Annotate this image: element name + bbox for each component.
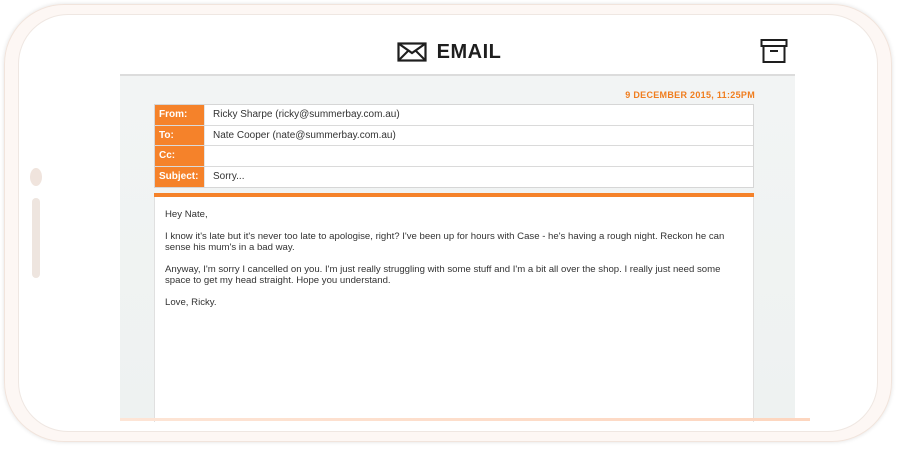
body-paragraph-2: Anyway, I'm sorry I cancelled on you. I'…	[165, 264, 721, 286]
field-value-cc[interactable]	[205, 146, 753, 166]
body-signoff: Love, Ricky.	[165, 297, 217, 308]
field-value-from[interactable]: Ricky Sharpe (ricky@summerbay.com.au)	[205, 105, 753, 125]
field-value-to[interactable]: Nate Cooper (nate@summerbay.com.au)	[205, 125, 753, 145]
phone-side-button	[32, 198, 40, 278]
email-date: 9 DECEMBER 2015, 11:25PM	[625, 90, 755, 100]
envelope-icon	[397, 42, 427, 62]
page-title: EMAIL	[436, 40, 502, 63]
field-row-from: From: Ricky Sharpe (ricky@summerbay.com.…	[155, 105, 753, 126]
header-title-group: EMAIL	[397, 41, 502, 64]
field-label-to: To:	[155, 125, 205, 145]
email-view: 9 DECEMBER 2015, 11:25PM From: Ricky Sha…	[120, 74, 795, 422]
field-row-to: To: Nate Cooper (nate@summerbay.com.au)	[155, 125, 753, 146]
field-label-from: From:	[155, 105, 205, 125]
screen-bottom-edge	[120, 418, 810, 421]
email-header-fields: From: Ricky Sharpe (ricky@summerbay.com.…	[154, 104, 754, 188]
body-greeting: Hey Nate,	[165, 209, 208, 220]
field-row-cc: Cc:	[155, 146, 753, 167]
field-label-subject: Subject:	[155, 166, 205, 187]
phone-camera	[30, 168, 42, 186]
email-body: Hey Nate, I know it's late but it's neve…	[154, 197, 754, 422]
app-header: EMAIL	[0, 32, 898, 72]
field-row-subject: Subject: Sorry...	[155, 166, 753, 187]
field-label-cc: Cc:	[155, 146, 205, 166]
field-value-subject[interactable]: Sorry...	[205, 166, 753, 187]
body-paragraph-1: I know it's late but it's never too late…	[165, 231, 725, 253]
archive-icon[interactable]	[760, 38, 788, 64]
